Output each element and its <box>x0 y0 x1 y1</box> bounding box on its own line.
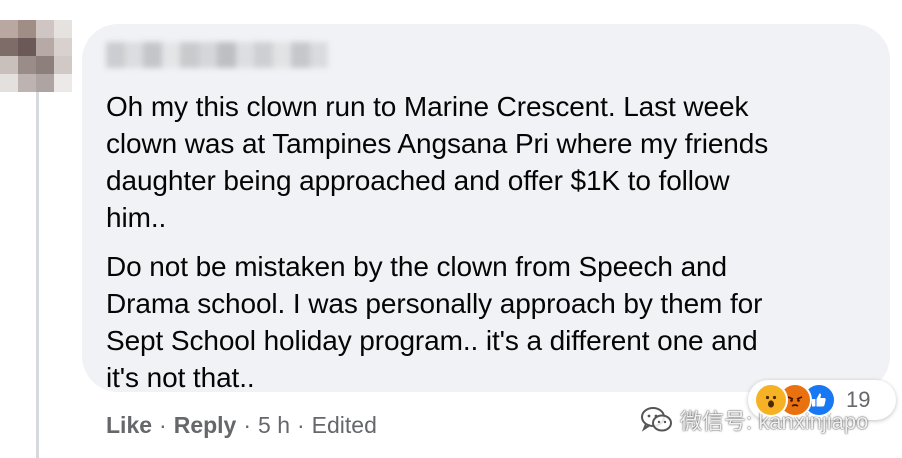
separator: · <box>159 411 167 438</box>
avatar[interactable] <box>0 20 72 92</box>
separator: · <box>297 411 305 438</box>
edited-label[interactable]: Edited <box>312 412 377 439</box>
timestamp[interactable]: 5 h <box>258 412 290 439</box>
author-name-blurred[interactable] <box>106 42 328 68</box>
like-button[interactable]: Like <box>106 412 152 439</box>
comment-actions: Like · Reply · 5 h · Edited <box>106 408 377 442</box>
wechat-icon <box>641 407 672 432</box>
thread-line <box>36 86 39 458</box>
wow-reaction-icon <box>754 383 788 417</box>
reactions-summary[interactable]: 19 <box>748 380 896 420</box>
separator: · <box>243 411 252 438</box>
comment-bubble: Oh my this clown run to Marine Crescent.… <box>82 24 890 393</box>
comment-paragraph-1: Oh my this clown run to Marine Crescent.… <box>106 91 769 233</box>
comment-paragraph-2: Do not be mistaken by the clown from Spe… <box>106 251 763 393</box>
reply-button[interactable]: Reply <box>174 412 237 439</box>
